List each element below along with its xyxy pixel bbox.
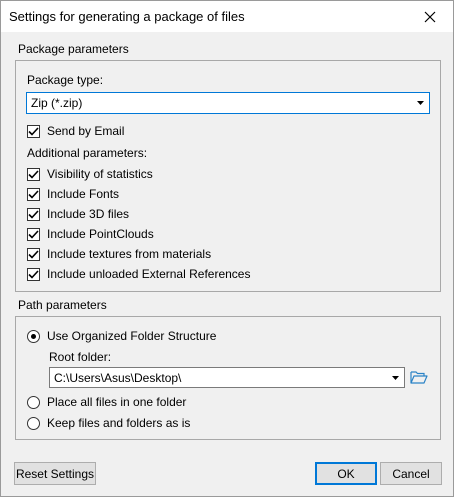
include-3d-files-checkbox[interactable]: Include 3D files	[27, 206, 129, 222]
radio-label: Use Organized Folder Structure	[47, 329, 217, 343]
radio-circle	[27, 329, 40, 343]
chevron-down-icon	[411, 93, 429, 113]
close-icon	[424, 11, 436, 22]
radio-selected-dot	[31, 333, 36, 339]
radio-label: Keep files and folders as is	[47, 416, 191, 430]
checkmark-icon	[28, 169, 39, 179]
checkmark-icon	[28, 229, 39, 239]
package-parameters-heading: Package parameters	[18, 42, 129, 56]
checkbox-box	[27, 124, 40, 138]
cancel-button[interactable]: Cancel	[380, 462, 442, 485]
include-textures-checkbox[interactable]: Include textures from materials	[27, 246, 211, 262]
additional-parameters-label: Additional parameters:	[27, 146, 148, 160]
package-type-label: Package type:	[27, 73, 104, 87]
checkmark-icon	[28, 126, 39, 136]
reset-settings-button[interactable]: Reset Settings	[14, 462, 96, 485]
checkmark-icon	[28, 249, 39, 259]
chevron-down-icon	[386, 368, 404, 387]
browse-folder-button[interactable]	[408, 367, 430, 387]
checkbox-box	[27, 167, 40, 181]
checkbox-box	[27, 187, 40, 201]
checkbox-box	[27, 247, 40, 261]
place-all-in-one-folder-radio[interactable]: Place all files in one folder	[27, 394, 186, 410]
package-type-dropdown[interactable]: Zip (*.zip)	[26, 92, 430, 114]
send-by-email-checkbox[interactable]: Send by Email	[27, 123, 124, 139]
option-label: Include unloaded External References	[47, 267, 251, 281]
option-label: Visibility of statistics	[47, 167, 153, 181]
path-parameters-heading: Path parameters	[18, 298, 107, 312]
package-parameters-group: Package type: Zip (*.zip) Send by Email …	[15, 60, 441, 292]
keep-files-as-is-radio[interactable]: Keep files and folders as is	[27, 415, 190, 431]
option-label: Include PointClouds	[47, 227, 154, 241]
radio-label: Place all files in one folder	[47, 395, 187, 409]
checkmark-icon	[28, 269, 39, 279]
option-label: Include Fonts	[47, 187, 120, 201]
checkbox-box	[27, 207, 40, 221]
include-unloaded-xrefs-checkbox[interactable]: Include unloaded External References	[27, 266, 250, 282]
include-pointclouds-checkbox[interactable]: Include PointClouds	[27, 226, 154, 242]
root-folder-value: C:\Users\Asus\Desktop\	[54, 370, 182, 385]
path-parameters-group: Use Organized Folder Structure Root fold…	[15, 316, 441, 440]
radio-circle	[27, 395, 40, 409]
checkbox-box	[27, 267, 40, 281]
root-folder-dropdown[interactable]: C:\Users\Asus\Desktop\	[49, 367, 405, 388]
ok-button[interactable]: OK	[315, 462, 377, 485]
title-bar: Settings for generating a package of fil…	[1, 1, 453, 32]
option-label: Include textures from materials	[47, 247, 212, 261]
close-button[interactable]	[407, 1, 453, 32]
send-by-email-label: Send by Email	[47, 124, 125, 138]
open-folder-icon	[410, 371, 428, 384]
option-label: Include 3D files	[47, 207, 130, 221]
checkmark-icon	[28, 209, 39, 219]
checkbox-box	[27, 227, 40, 241]
package-type-value: Zip (*.zip)	[31, 96, 83, 110]
dialog-title: Settings for generating a package of fil…	[9, 9, 245, 24]
visibility-of-statistics-checkbox[interactable]: Visibility of statistics	[27, 166, 153, 182]
checkmark-icon	[28, 189, 39, 199]
include-fonts-checkbox[interactable]: Include Fonts	[27, 186, 119, 202]
radio-circle	[27, 416, 40, 430]
root-folder-label: Root folder:	[49, 350, 112, 364]
settings-dialog: Settings for generating a package of fil…	[0, 0, 454, 497]
organized-folder-structure-radio[interactable]: Use Organized Folder Structure	[27, 328, 216, 344]
